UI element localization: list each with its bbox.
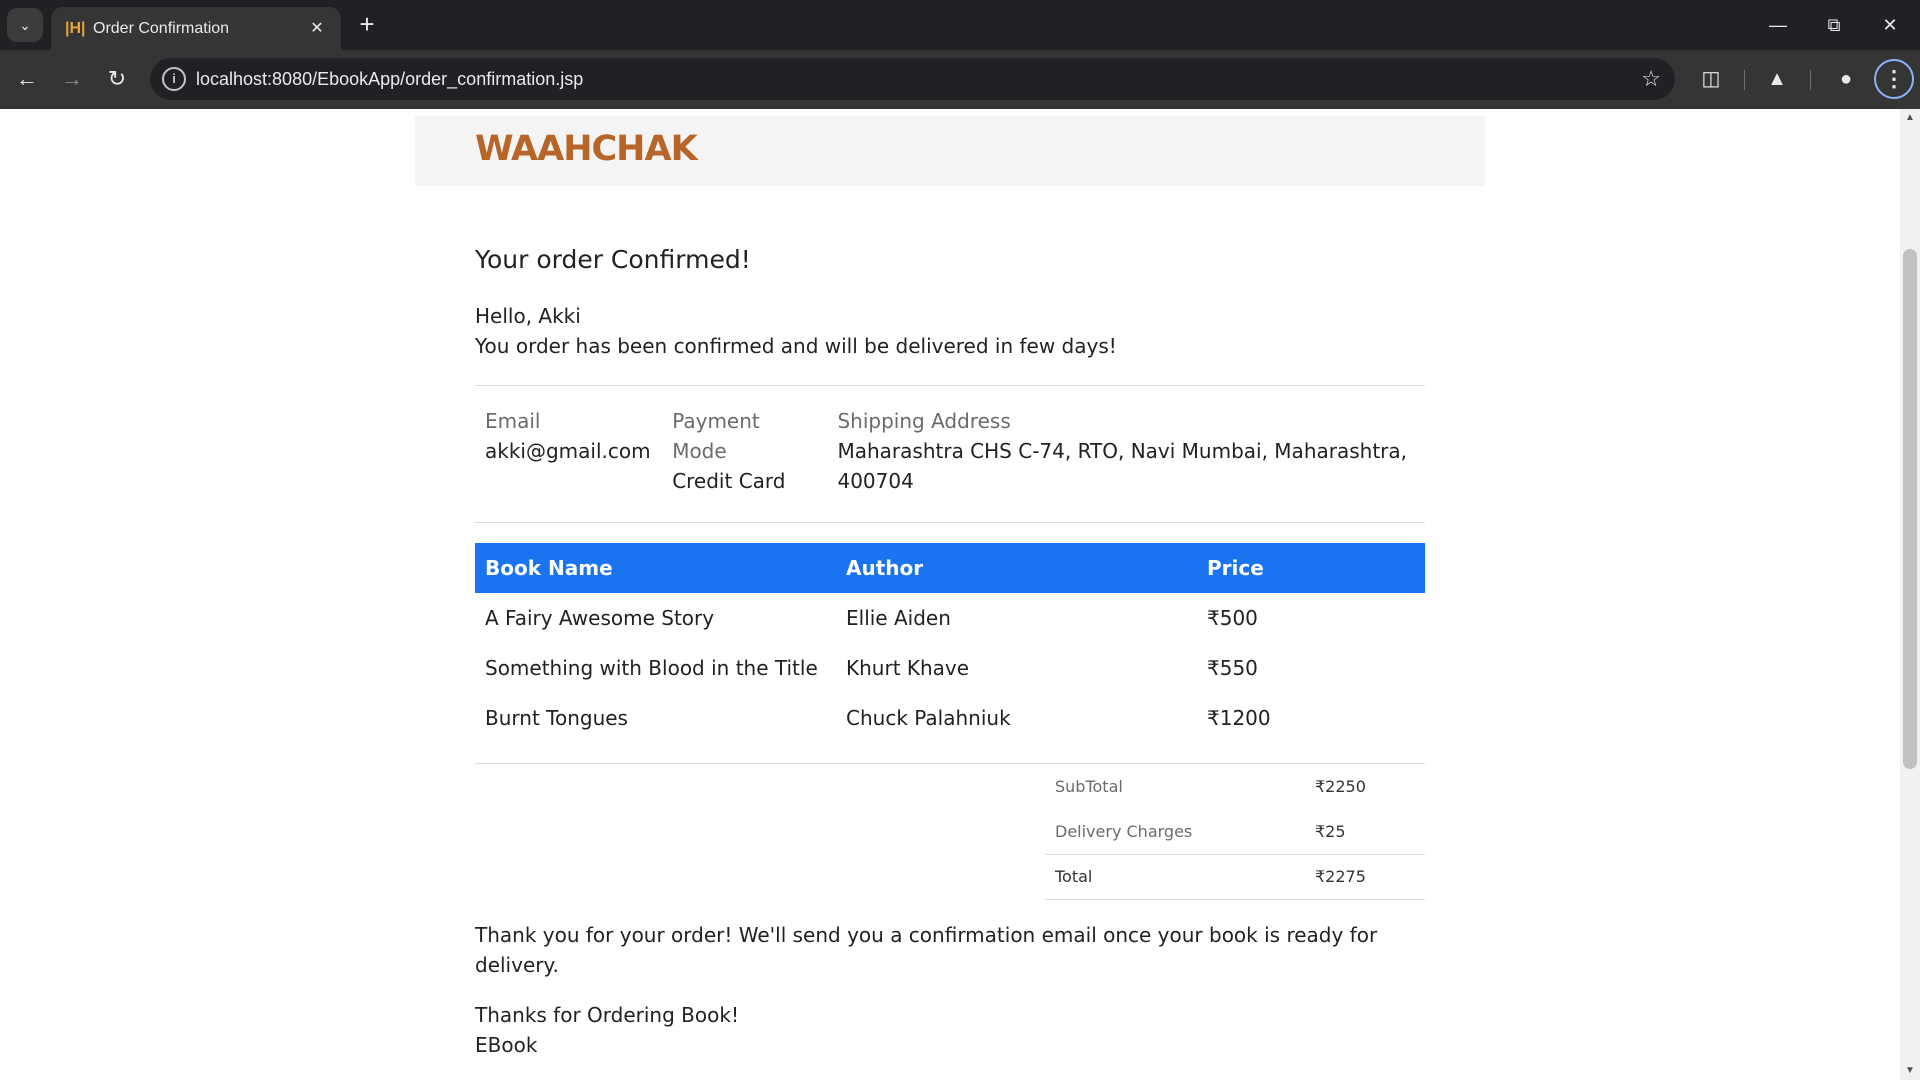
- browser-tab[interactable]: |H| Order Confirmation ✕: [51, 7, 341, 50]
- kebab-menu-icon[interactable]: ⋮: [1874, 59, 1914, 99]
- new-tab-button[interactable]: +: [352, 9, 382, 39]
- signoff-line1: Thanks for Ordering Book!: [475, 1002, 739, 1027]
- address-label: Shipping Address: [837, 409, 1011, 433]
- confirmation-message: You order has been confirmed and will be…: [475, 334, 1117, 358]
- total-label: Total: [1045, 853, 1305, 900]
- book-name-cell: Burnt Tongues: [485, 706, 628, 730]
- scrollbar-thumb[interactable]: [1903, 249, 1917, 769]
- toolbar-separator: [1810, 70, 1811, 90]
- payment-label-line1: Payment: [672, 409, 760, 433]
- info-icon[interactable]: i: [162, 67, 186, 91]
- reload-icon: ↻: [107, 66, 127, 91]
- back-button[interactable]: ←: [10, 62, 44, 96]
- books-table: Book Name Author Price A Fairy Awesome S…: [475, 543, 1425, 743]
- table-row: Burnt Tongues Chuck Palahniuk ₹1200: [475, 693, 1425, 743]
- totals-table: SubTotal ₹2250 Delivery Charges ₹25 Tota…: [1045, 764, 1425, 900]
- toolbar-separator: [1744, 70, 1745, 90]
- tab-title: Order Confirmation: [93, 19, 230, 37]
- column-header-book-name: Book Name: [475, 543, 836, 593]
- greeting-block: Hello, Akki You order has been confirmed…: [475, 301, 1425, 361]
- signoff-block: Thanks for Ordering Book! EBook: [475, 1000, 1425, 1060]
- total-value: ₹2275: [1305, 853, 1425, 900]
- order-confirmation-page: WAAHCHAK Your order Confirmed! Hello, Ak…: [415, 116, 1485, 1060]
- close-window-button[interactable]: ✕: [1862, 0, 1918, 50]
- page-viewport: WAAHCHAK Your order Confirmed! Hello, Ak…: [0, 109, 1900, 1080]
- restore-icon: ⧉: [1827, 15, 1841, 35]
- subtotal-label: SubTotal: [1055, 777, 1123, 796]
- book-name-cell: A Fairy Awesome Story: [485, 606, 715, 630]
- vertical-scrollbar[interactable]: ▲ ▼: [1900, 109, 1920, 1080]
- thank-you-message: Thank you for your order! We'll send you…: [475, 922, 1378, 977]
- order-info: Email akki@gmail.com Payment Mode Credit…: [475, 386, 1425, 522]
- column-header-author: Author: [836, 543, 1197, 593]
- author-cell: Chuck Palahniuk: [846, 706, 1011, 730]
- author-cell: Khurt Khave: [846, 656, 970, 680]
- table-row: A Fairy Awesome Story Ellie Aiden ₹500: [475, 593, 1425, 643]
- minimize-button[interactable]: —: [1750, 0, 1806, 50]
- app-favicon-icon: |H|: [65, 19, 86, 37]
- author-cell: Ellie Aiden: [846, 606, 951, 630]
- price-cell: ₹500: [1207, 606, 1258, 630]
- tab-search-button[interactable]: ⌄: [7, 8, 43, 42]
- signoff-line2: EBook: [475, 1032, 538, 1057]
- delivery-value: ₹25: [1315, 821, 1346, 841]
- arrow-left-icon: ←: [16, 66, 38, 91]
- total-row: Total ₹2275: [1045, 853, 1425, 900]
- site-header: WAAHCHAK: [415, 116, 1485, 186]
- browser-toolbar: ← → ↻ i localhost:8080/EbookApp/order_co…: [0, 50, 1920, 109]
- star-icon[interactable]: ☆: [1641, 58, 1661, 100]
- address-bar[interactable]: i localhost:8080/EbookApp/order_confirma…: [150, 58, 1675, 100]
- browser-tab-strip: ⌄ |H| Order Confirmation ✕ + — ⧉ ✕: [0, 0, 1920, 50]
- flask-icon[interactable]: ▲: [1761, 63, 1793, 95]
- page-title: Your order Confirmed!: [475, 245, 751, 274]
- email-column: Email akki@gmail.com: [485, 406, 672, 496]
- payment-label: Payment Mode: [672, 406, 837, 466]
- payment-column: Payment Mode Credit Card: [672, 406, 837, 496]
- books-table-header: Book Name Author Price: [475, 543, 1425, 593]
- puzzle-icon[interactable]: ◫: [1695, 63, 1727, 95]
- divider: [475, 522, 1425, 523]
- person-icon[interactable]: ●: [1830, 63, 1862, 95]
- subtotal-row: SubTotal ₹2250: [1045, 764, 1425, 809]
- scroll-up-arrow-icon[interactable]: ▲: [1900, 109, 1920, 127]
- chevron-down-icon: ⌄: [19, 16, 31, 33]
- site-logo[interactable]: WAAHCHAK: [475, 129, 698, 169]
- payment-label-line2: Mode: [672, 439, 727, 463]
- address-value: Maharashtra CHS C-74, RTO, Navi Mumbai, …: [837, 439, 1407, 493]
- close-icon[interactable]: ✕: [305, 17, 329, 41]
- table-row: Something with Blood in the Title Khurt …: [475, 643, 1425, 693]
- forward-button[interactable]: →: [55, 62, 89, 96]
- delivery-label: Delivery Charges: [1055, 821, 1193, 841]
- book-name-cell: Something with Blood in the Title: [485, 656, 818, 680]
- price-cell: ₹1200: [1207, 706, 1271, 730]
- arrow-right-icon: →: [61, 66, 83, 91]
- email-label: Email: [485, 409, 541, 433]
- payment-value: Credit Card: [672, 469, 786, 493]
- delivery-row: Delivery Charges ₹25: [1045, 809, 1425, 854]
- subtotal-value: ₹2250: [1315, 777, 1366, 796]
- close-window-icon: ✕: [1882, 15, 1898, 35]
- price-cell: ₹550: [1207, 656, 1258, 680]
- column-header-price: Price: [1197, 543, 1425, 593]
- address-column: Shipping Address Maharashtra CHS C-74, R…: [837, 406, 1415, 496]
- reload-button[interactable]: ↻: [100, 62, 134, 96]
- order-content: Your order Confirmed! Hello, Akki You or…: [475, 245, 1425, 1060]
- restore-button[interactable]: ⧉: [1806, 0, 1862, 50]
- scroll-down-arrow-icon[interactable]: ▼: [1900, 1062, 1920, 1080]
- totals-section: SubTotal ₹2250 Delivery Charges ₹25 Tota…: [475, 763, 1425, 900]
- greeting-text: Hello, Akki: [475, 304, 581, 328]
- plus-icon: +: [359, 9, 375, 39]
- url-text[interactable]: localhost:8080/EbookApp/order_confirmati…: [196, 58, 583, 100]
- email-value: akki@gmail.com: [485, 439, 651, 463]
- minimize-icon: —: [1769, 15, 1787, 35]
